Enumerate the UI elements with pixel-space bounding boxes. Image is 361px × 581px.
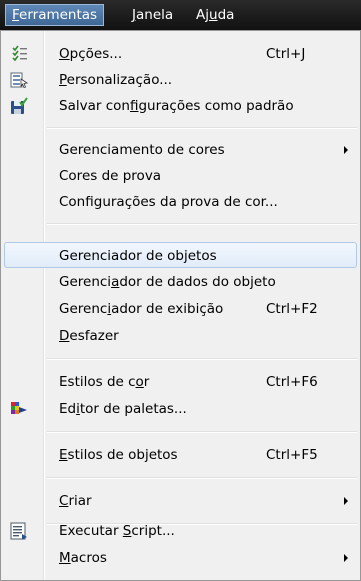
ferramentas-dropdown-menu: Opções... Ctrl+J Personalização... Salva… bbox=[0, 30, 361, 581]
submenu-arrow-icon bbox=[344, 554, 348, 562]
menu-item-label: Estilos de cor bbox=[59, 374, 150, 390]
menu-item-personalizacao[interactable]: Personalização... bbox=[4, 67, 357, 93]
menu-item-label: Personalização... bbox=[59, 72, 173, 88]
menu-item-executar-script[interactable]: Executar Script... bbox=[4, 518, 357, 544]
menu-item-label: Cores de prova bbox=[59, 168, 162, 184]
menu-bar: Ferramentas Janela Ajuda bbox=[0, 0, 361, 30]
menu-separator bbox=[47, 127, 357, 129]
menu-item-gerenciador-de-dados-do-objeto[interactable]: Gerenciador de dados do objeto bbox=[4, 269, 357, 295]
save-defaults-icon bbox=[11, 97, 28, 114]
menu-item-cores-de-prova[interactable]: Cores de prova bbox=[4, 163, 357, 189]
menu-ajuda[interactable]: Ajuda bbox=[190, 4, 240, 26]
menu-item-shortcut: Ctrl+F5 bbox=[266, 447, 318, 463]
palette-editor-icon bbox=[11, 402, 27, 414]
customize-icon bbox=[10, 72, 28, 88]
menu-item-gerenciador-de-exibicao[interactable]: Gerenciador de exibição Ctrl+F2 bbox=[4, 296, 357, 322]
menu-item-label: Macros bbox=[59, 550, 107, 566]
menu-ferramentas[interactable]: Ferramentas bbox=[5, 4, 105, 26]
menu-item-label: Gerenciador de dados do objeto bbox=[59, 274, 276, 290]
menu-item-criar[interactable]: Criar bbox=[4, 488, 357, 514]
menu-item-label: Criar bbox=[59, 493, 92, 509]
menu-separator bbox=[47, 223, 357, 225]
menu-item-label: Configurações da prova de cor... bbox=[59, 194, 278, 210]
menu-item-label: Gerenciamento de cores bbox=[59, 142, 225, 158]
menu-item-shortcut: Ctrl+F6 bbox=[266, 374, 318, 390]
menu-separator bbox=[47, 431, 357, 433]
menu-item-label: Executar Script... bbox=[59, 523, 175, 539]
menu-item-label: Gerenciador de exibição bbox=[59, 301, 224, 317]
menu-item-label: Gerenciador de objetos bbox=[59, 248, 217, 264]
run-script-icon bbox=[10, 522, 27, 540]
menu-item-gerenciamento-de-cores[interactable]: Gerenciamento de cores bbox=[4, 137, 357, 163]
menu-item-salvar-configuracoes[interactable]: Salvar configurações como padrão bbox=[4, 93, 357, 119]
menu-item-label: Salvar configurações como padrão bbox=[59, 98, 294, 114]
menu-item-estilos-de-objetos[interactable]: Estilos de objetos Ctrl+F5 bbox=[4, 442, 357, 468]
menu-janela[interactable]: Janela bbox=[126, 4, 179, 26]
menu-item-estilos-de-cor[interactable]: Estilos de cor Ctrl+F6 bbox=[4, 369, 357, 395]
submenu-arrow-icon bbox=[344, 146, 348, 154]
menu-separator bbox=[47, 358, 357, 360]
menu-separator bbox=[47, 477, 357, 479]
menu-item-macros[interactable]: Macros bbox=[4, 545, 357, 571]
menu-item-configuracoes-prova-de-cor[interactable]: Configurações da prova de cor... bbox=[4, 189, 357, 215]
menu-item-label: Desfazer bbox=[59, 328, 119, 344]
menu-item-label: Estilos de objetos bbox=[59, 447, 178, 463]
menu-item-shortcut: Ctrl+F2 bbox=[266, 301, 318, 317]
menu-item-desfazer[interactable]: Desfazer bbox=[4, 323, 357, 349]
menu-item-label: Opções... bbox=[59, 46, 123, 62]
options-icon bbox=[12, 45, 27, 62]
submenu-arrow-icon bbox=[344, 497, 348, 505]
menu-item-editor-de-paletas[interactable]: Editor de paletas... bbox=[4, 396, 357, 422]
menu-item-label: Editor de paletas... bbox=[59, 401, 187, 417]
menu-item-gerenciador-de-objetos[interactable]: Gerenciador de objetos bbox=[4, 242, 357, 268]
menu-item-opcoes[interactable]: Opções... Ctrl+J bbox=[4, 41, 357, 67]
menu-item-shortcut: Ctrl+J bbox=[266, 46, 306, 62]
